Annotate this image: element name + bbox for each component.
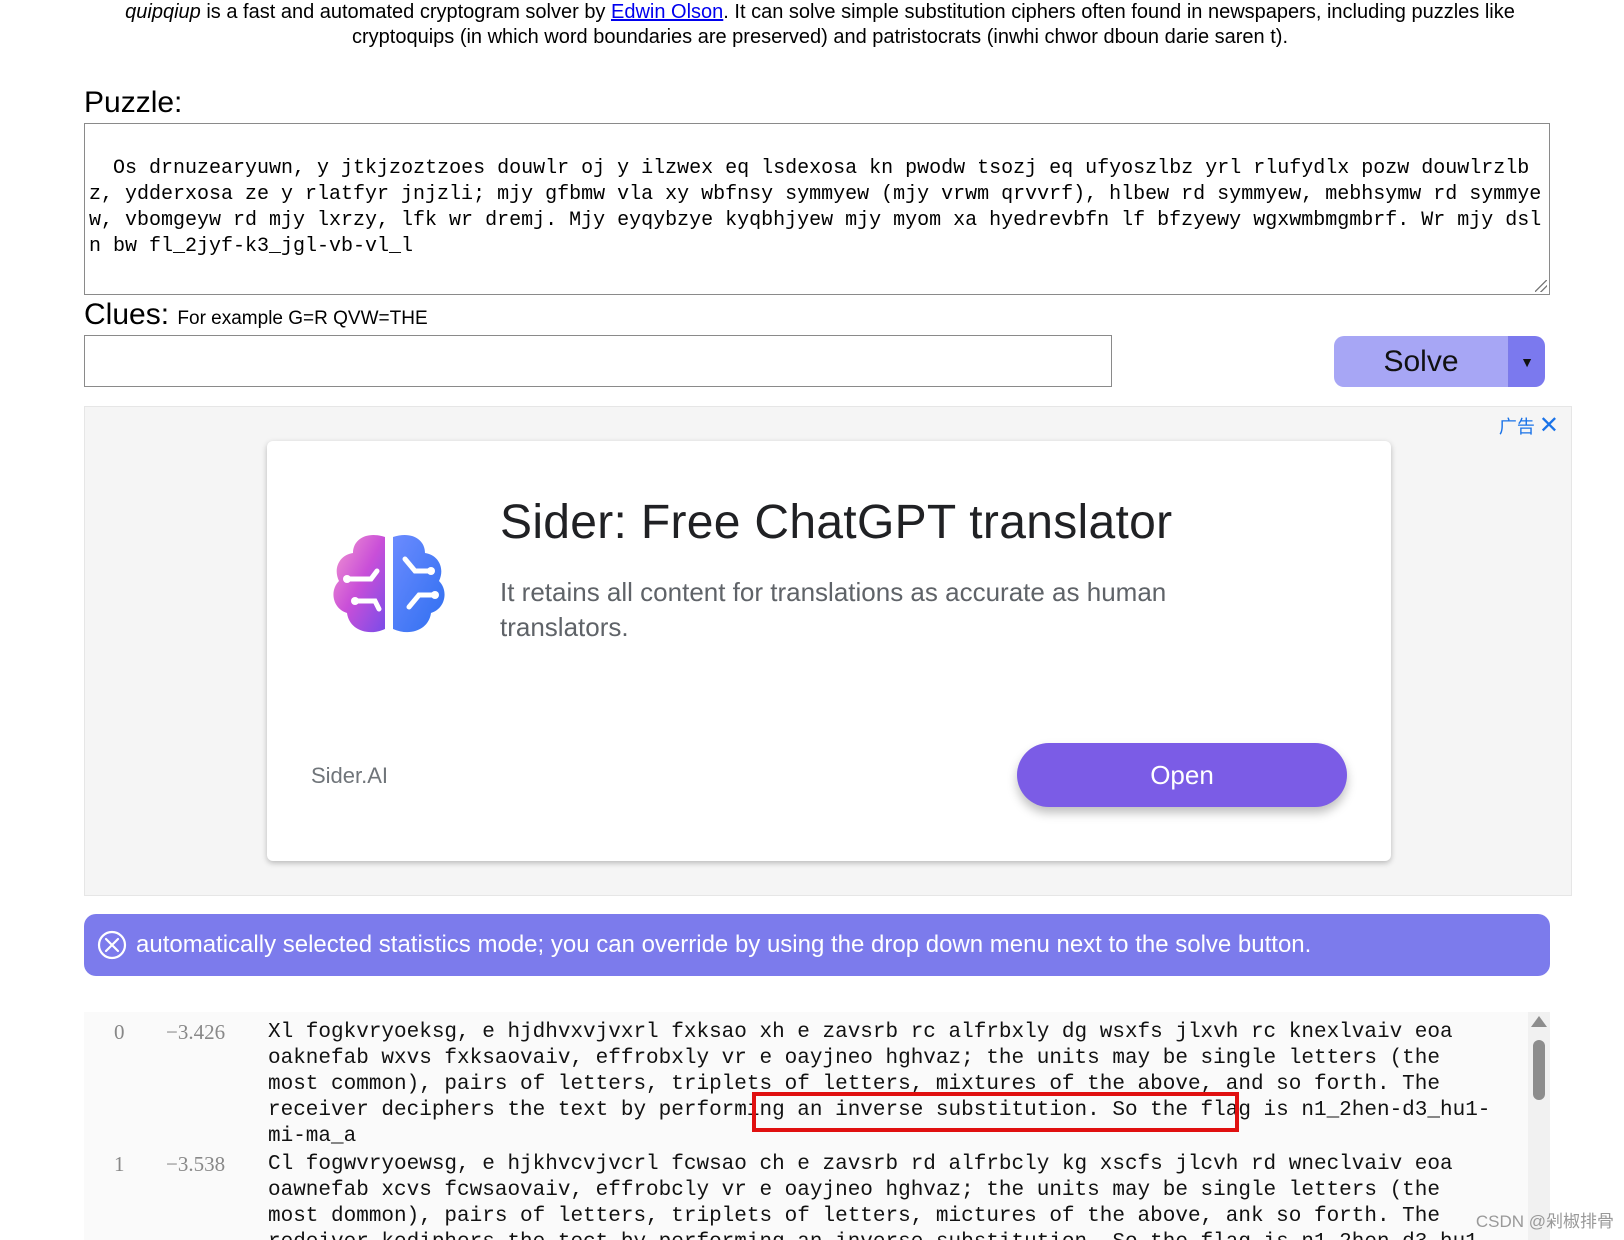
puzzle-textarea[interactable]: Os drnuzearyuwn, y jtkjzoztzoes douwlr o… bbox=[84, 123, 1550, 295]
author-link[interactable]: Edwin Olson bbox=[611, 1, 723, 23]
close-icon[interactable]: ✕ bbox=[1539, 414, 1559, 438]
scroll-up-icon[interactable] bbox=[1531, 1016, 1547, 1027]
result-index: 0 bbox=[114, 1020, 125, 1044]
result-index: 1 bbox=[114, 1152, 125, 1176]
solve-mode-dropdown[interactable]: ▼ bbox=[1509, 336, 1545, 387]
caret-down-icon: ▼ bbox=[1520, 353, 1534, 370]
result-text: Cl fogwvryoewsg, e hjkhvcvjvcrl fcwsao c… bbox=[268, 1153, 1490, 1240]
status-banner: automatically selected statistics mode; … bbox=[84, 914, 1550, 976]
ad-marker[interactable]: 广告 ✕ bbox=[1499, 413, 1559, 439]
ad-title: Sider: Free ChatGPT translator bbox=[500, 496, 1173, 549]
resize-grip-icon[interactable] bbox=[1535, 280, 1547, 292]
scroll-thumb[interactable] bbox=[1533, 1040, 1545, 1100]
solve-button[interactable]: Solve bbox=[1334, 336, 1509, 387]
watermark: CSDN @剁椒排骨 bbox=[1475, 1212, 1614, 1231]
ad-marker-label: 广告 bbox=[1498, 417, 1535, 437]
ad-description: It retains all content for translations … bbox=[500, 577, 1167, 642]
puzzle-text: Os drnuzearyuwn, y jtkjzoztzoes douwlr o… bbox=[89, 157, 1542, 258]
clues-label: Clues: bbox=[84, 298, 170, 331]
close-circle-icon[interactable] bbox=[96, 929, 128, 961]
intro-text-1: is a fast and automated cryptogram solve… bbox=[200, 1, 611, 23]
ad-brand: Sider.AI bbox=[311, 763, 389, 788]
results-scrollbar[interactable] bbox=[1528, 1012, 1550, 1240]
result-score: −3.426 bbox=[166, 1020, 226, 1044]
ad-open-button[interactable]: Open bbox=[1017, 743, 1347, 807]
brain-logo-icon bbox=[333, 534, 445, 633]
intro-paragraph: quipqiup is a fast and automated cryptog… bbox=[100, 0, 1540, 50]
banner-text: automatically selected statistics mode; … bbox=[136, 931, 1312, 958]
clues-hint: For example G=R QVW=THE bbox=[177, 308, 428, 329]
flag-highlight-box bbox=[752, 1092, 1239, 1132]
clues-label-group: Clues: For example G=R QVW=THE bbox=[84, 298, 428, 336]
clues-input[interactable] bbox=[84, 335, 1112, 387]
puzzle-label: Puzzle: bbox=[84, 86, 183, 119]
brand-name: quipqiup bbox=[125, 1, 201, 23]
solve-button-group: Solve ▼ bbox=[1334, 336, 1545, 387]
result-score: −3.538 bbox=[166, 1152, 226, 1176]
ad-card[interactable]: Sider: Free ChatGPT translator It retain… bbox=[267, 441, 1391, 861]
advertisement: 广告 ✕ Sider: Free ChatGPT translator It r… bbox=[84, 406, 1572, 896]
